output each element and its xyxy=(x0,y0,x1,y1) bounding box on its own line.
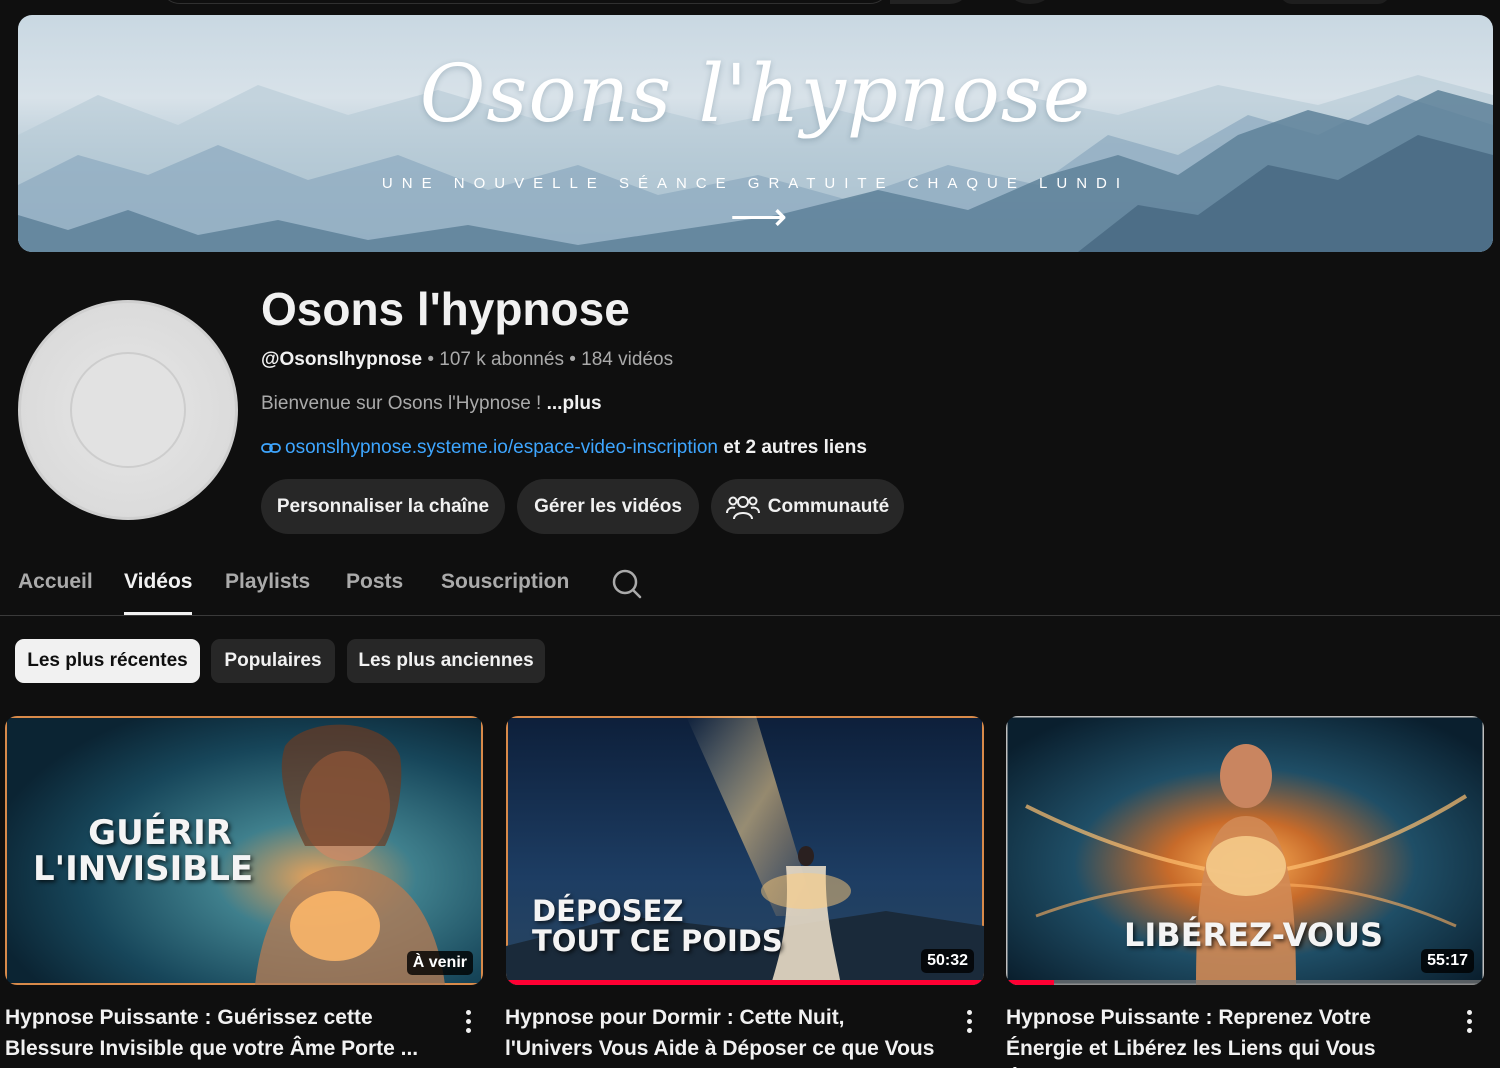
thumbnail-caption-line: GUÉRIR xyxy=(88,813,232,853)
tab-accueil[interactable]: Accueil xyxy=(18,570,93,594)
tab-posts[interactable]: Posts xyxy=(346,570,403,594)
link-icon xyxy=(261,443,281,453)
more-vert-icon[interactable] xyxy=(1465,1010,1475,1037)
arrow-right-icon[interactable]: ⟶ xyxy=(730,197,787,237)
video-title[interactable]: Hypnose pour Dormir : Cette Nuit, l'Univ… xyxy=(505,1002,935,1068)
thumbnail-caption-line: LIBÉREZ-VOUS xyxy=(1124,916,1384,954)
channel-tabs: Accueil Vidéos Playlists Posts Souscript… xyxy=(0,556,1500,616)
thumbnail-caption: DÉPOSEZ TOUT CE POIDS xyxy=(532,896,783,957)
create-button-edge[interactable] xyxy=(1280,0,1390,4)
channel-banner: Osons l'hypnose UNE NOUVELLE SÉANCE GRAT… xyxy=(18,15,1493,252)
channel-avatar[interactable] xyxy=(18,300,238,520)
duration-badge: 50:32 xyxy=(921,949,974,973)
video-title[interactable]: Hypnose Puissante : Reprenez Votre Énerg… xyxy=(1006,1002,1451,1068)
video-thumbnail[interactable]: LIBÉREZ-VOUS 55:17 xyxy=(1006,716,1484,985)
subscriber-count: 107 k abonnés xyxy=(439,349,564,370)
thumbnail-caption-line: DÉPOSEZ xyxy=(532,894,684,928)
video-thumbnail[interactable]: DÉPOSEZ TOUT CE POIDS 50:32 xyxy=(506,716,984,985)
watch-progress xyxy=(506,980,984,985)
people-icon xyxy=(725,495,760,519)
tab-souscription[interactable]: Souscription xyxy=(441,570,569,594)
channel-meta: @Osonslhypnose • 107 k abonnés • 184 vid… xyxy=(261,349,673,371)
search-bar-edge[interactable] xyxy=(160,0,890,4)
meta-separator: • xyxy=(427,349,434,370)
voice-search-edge[interactable] xyxy=(1010,0,1050,4)
tab-playlists[interactable]: Playlists xyxy=(225,570,310,594)
chip-recent[interactable]: Les plus récentes xyxy=(15,639,200,683)
chip-oldest[interactable]: Les plus anciennes xyxy=(347,639,545,683)
description-text: Bienvenue sur Osons l'Hypnose ! xyxy=(261,393,547,414)
search-icon[interactable] xyxy=(611,568,643,600)
watch-progress xyxy=(1006,980,1054,985)
thumbnail-caption-line: L'INVISIBLE xyxy=(33,848,254,889)
channel-handle: @Osonslhypnose xyxy=(261,349,423,370)
masthead-remnant xyxy=(0,0,1500,14)
meta-separator: • xyxy=(569,349,576,370)
duration-badge: 55:17 xyxy=(1421,949,1474,973)
channel-links: osonslhypnose.systeme.io/espace-video-in… xyxy=(261,437,867,459)
channel-link-url[interactable]: osonslhypnose.systeme.io/espace-video-in… xyxy=(285,437,718,458)
manage-videos-button[interactable]: Gérer les vidéos xyxy=(517,479,699,534)
watch-progress-track xyxy=(1006,980,1484,985)
status-badge: À venir xyxy=(406,951,473,975)
thumbnail-caption-line: TOUT CE POIDS xyxy=(532,924,783,959)
active-tab-indicator xyxy=(124,612,192,615)
more-vert-icon[interactable] xyxy=(965,1010,975,1037)
community-label: Communauté xyxy=(767,495,890,517)
search-button-edge[interactable] xyxy=(890,0,970,4)
customize-channel-button[interactable]: Personnaliser la chaîne xyxy=(261,479,505,534)
community-button[interactable]: Communauté xyxy=(711,479,904,534)
video-count: 184 vidéos xyxy=(581,349,674,370)
thumbnail-caption: GUÉRIR L'INVISIBLE xyxy=(33,813,253,887)
channel-description[interactable]: Bienvenue sur Osons l'Hypnose ! ...plus xyxy=(261,393,602,415)
channel-name: Osons l'hypnose xyxy=(261,283,630,335)
more-vert-icon[interactable] xyxy=(464,1010,474,1037)
thumbnail-caption: LIBÉREZ-VOUS xyxy=(1124,916,1384,954)
more-link[interactable]: ...plus xyxy=(547,393,602,414)
other-links[interactable]: et 2 autres liens xyxy=(723,437,867,458)
tab-videos[interactable]: Vidéos xyxy=(124,570,192,594)
banner-subtitle: UNE NOUVELLE SÉANCE GRATUITE CHAQUE LUND… xyxy=(381,175,1130,192)
avatar-ring xyxy=(70,352,186,468)
chip-popular[interactable]: Populaires xyxy=(211,639,335,683)
banner-title: Osons l'hypnose xyxy=(419,47,1092,140)
video-thumbnail[interactable]: GUÉRIR L'INVISIBLE À venir xyxy=(5,716,483,985)
video-title[interactable]: Hypnose Puissante : Guérissez cette Bles… xyxy=(5,1002,435,1064)
